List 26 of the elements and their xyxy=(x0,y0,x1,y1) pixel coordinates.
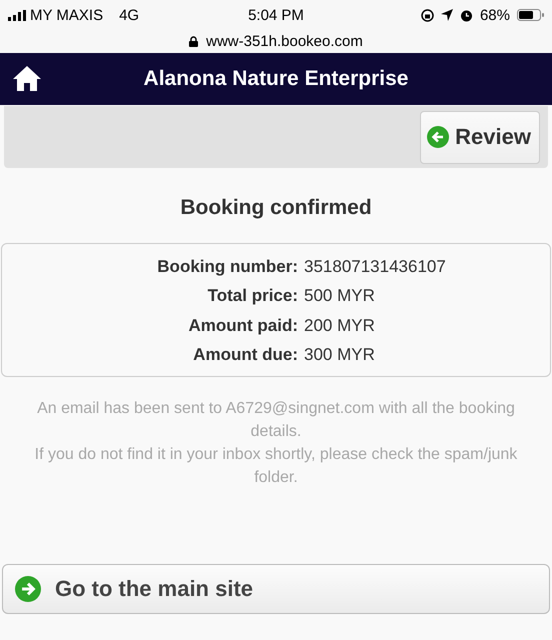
signal-icon xyxy=(8,10,26,20)
battery-percent: 68% xyxy=(480,6,510,24)
detail-label: Total price: xyxy=(206,286,299,306)
network-type: 4G xyxy=(119,6,140,24)
info-message: If you do not find it in your inbox shortly, please check the spam/junk folder. xyxy=(34,445,518,488)
detail-value: 500 MYR xyxy=(304,286,376,306)
rotation-lock-icon xyxy=(420,8,434,22)
header-title: Alanona Nature Enterprise xyxy=(144,67,408,91)
page-title: Booking confirmed xyxy=(179,196,373,220)
alarm-clock-icon xyxy=(460,8,473,22)
clock-time: 5:04 PM xyxy=(248,6,304,24)
lock-icon xyxy=(189,36,198,46)
review-button[interactable]: Review xyxy=(420,110,540,164)
detail-label: Booking number: xyxy=(156,256,299,277)
detail-label: Amount paid: xyxy=(187,316,299,336)
detail-value: 200 MYR xyxy=(304,316,376,336)
battery-icon xyxy=(517,9,544,21)
info-message: An email has been sent to A6729@singnet.com with all the booking details. xyxy=(36,399,516,442)
main-site-button[interactable]: Go to the main site xyxy=(2,564,550,614)
detail-value: 300 MYR xyxy=(304,345,376,366)
detail-value: 351807131436107 xyxy=(304,256,447,277)
detail-label: Amount due: xyxy=(192,345,299,366)
carrier-name: MY MAXIS xyxy=(30,6,104,24)
location-arrow-icon xyxy=(440,9,453,21)
home-icon[interactable] xyxy=(13,66,41,91)
url-text[interactable]: www-351h.bookeo.com xyxy=(206,32,363,50)
